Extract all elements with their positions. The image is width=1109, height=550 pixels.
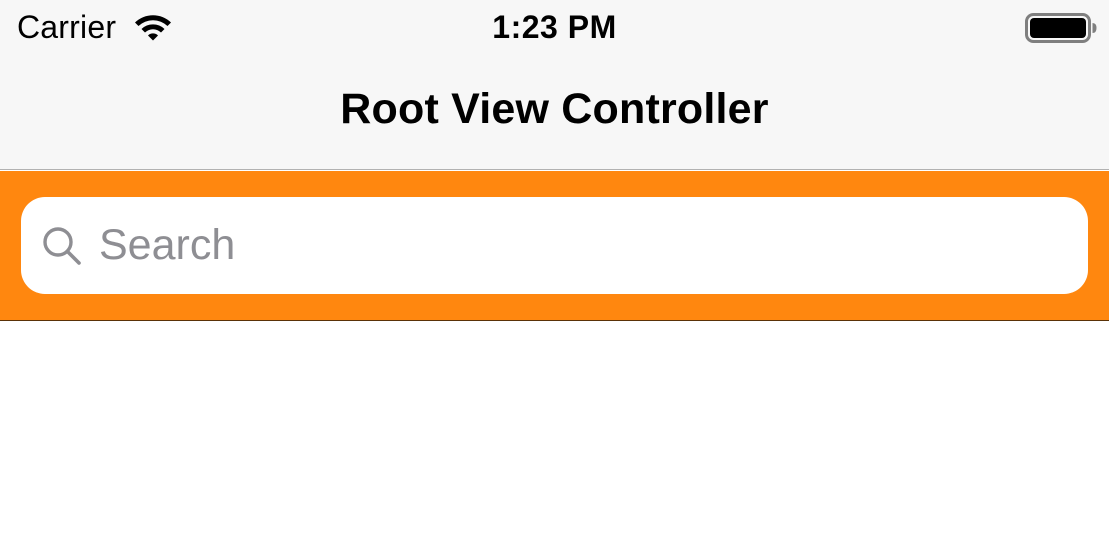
search-field[interactable] [21,197,1088,294]
search-bar [0,171,1109,321]
top-bar-background: Carrier 1:23 PM Root View Controller [0,0,1109,170]
page-title: Root View Controller [340,85,769,133]
table-content-area [0,322,1109,550]
app-screen: Carrier 1:23 PM Root View Controller [0,0,1109,550]
battery-icon [1025,13,1097,43]
navigation-bar: Root View Controller [0,56,1109,170]
status-bar: Carrier 1:23 PM [0,0,1109,56]
search-input[interactable] [99,197,1059,294]
status-time: 1:23 PM [492,9,617,45]
search-icon [43,227,81,265]
